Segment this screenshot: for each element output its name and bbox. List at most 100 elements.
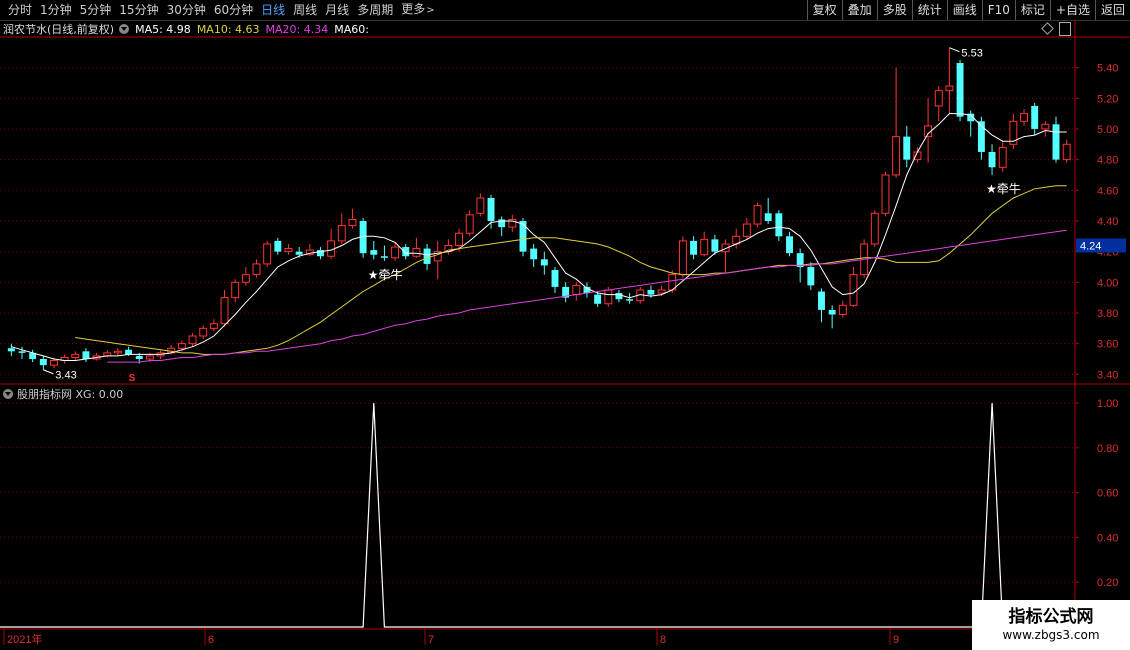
- candle-body: [402, 247, 410, 257]
- candle-body: [423, 248, 431, 264]
- candle-body: [764, 213, 772, 221]
- candle-body: [519, 220, 527, 252]
- candle-body: [998, 146, 1007, 168]
- price-tick-label: 4.40: [1097, 216, 1118, 228]
- candle-body: [220, 297, 229, 325]
- signal-label: ★牵牛: [986, 181, 1021, 196]
- axis-labels: 5.405.205.004.804.604.404.204.003.803.60…: [7, 47, 1126, 646]
- candle-body: [145, 355, 154, 360]
- watermark-url: www.zbgs3.com: [1002, 628, 1100, 642]
- candle-body: [807, 266, 815, 286]
- ma-line-ma10: [75, 185, 1067, 355]
- candle-body: [209, 323, 218, 329]
- candle-body: [1052, 124, 1060, 160]
- candle-body: [657, 289, 666, 294]
- candle-body: [177, 343, 186, 349]
- candle-body: [18, 351, 26, 353]
- price-tick-label: 4.80: [1097, 155, 1118, 167]
- price-tick-label: 5.20: [1097, 93, 1118, 105]
- candle-body: [881, 174, 890, 214]
- candle-body: [700, 238, 709, 256]
- candle-body: [231, 281, 240, 299]
- candle-body: [71, 353, 80, 358]
- current-price-label: 4.24: [1080, 241, 1101, 253]
- price-tick-label: 5.40: [1097, 63, 1118, 75]
- watermark: 指标公式网 www.zbgs3.com: [972, 600, 1130, 650]
- candle-body: [1062, 143, 1071, 161]
- time-axis-label: 8: [660, 634, 666, 646]
- sell-marker: S: [129, 373, 136, 384]
- candle-body: [892, 136, 901, 176]
- candlesticks: [7, 47, 1071, 370]
- candle-body: [380, 256, 388, 258]
- candle-body: [647, 289, 655, 295]
- candle-body: [263, 243, 272, 265]
- candle-body: [1031, 105, 1039, 129]
- candle-body: [870, 212, 879, 245]
- candle-body: [615, 293, 623, 300]
- candle-body: [690, 240, 698, 255]
- kline-chart[interactable]: 5.405.205.004.804.604.404.204.003.803.60…: [0, 0, 1130, 650]
- candle-body: [1041, 123, 1050, 130]
- time-axis-label: 6: [208, 634, 214, 646]
- candle-body: [188, 335, 197, 345]
- candle-body: [252, 263, 261, 276]
- price-tick-label: 4.00: [1097, 277, 1118, 289]
- sub-tick-label: 0.20: [1097, 577, 1118, 589]
- candle-body: [988, 151, 996, 168]
- candle-body: [125, 349, 133, 355]
- candle-body: [348, 218, 357, 227]
- price-tick-label: 3.40: [1097, 369, 1118, 381]
- candle-body: [828, 309, 836, 315]
- candle-body: [412, 248, 421, 257]
- candle-body: [572, 284, 581, 296]
- candle-body: [775, 213, 783, 237]
- candle-body: [1020, 113, 1028, 122]
- low-price-label: 3.43: [55, 370, 76, 382]
- candle-body: [487, 197, 495, 221]
- candle-body: [465, 214, 474, 234]
- candle-body: [391, 246, 400, 259]
- candle-body: [903, 136, 911, 160]
- candle-body: [540, 259, 548, 266]
- candle-body: [82, 351, 90, 359]
- candle-body: [476, 197, 485, 214]
- sub-tick-label: 0.40: [1097, 532, 1118, 544]
- price-tick-label: 3.80: [1097, 308, 1118, 320]
- time-axis-label: 9: [893, 634, 899, 646]
- candle-body: [956, 63, 964, 117]
- watermark-title: 指标公式网: [1008, 607, 1094, 627]
- candle-body: [39, 358, 47, 366]
- candle-body: [295, 251, 303, 255]
- time-axis-label: 7: [428, 634, 434, 646]
- signal-label: ★牵牛: [368, 267, 403, 282]
- candle-body: [455, 232, 464, 247]
- candle-body: [945, 85, 954, 92]
- candle-body: [786, 236, 793, 254]
- high-pointer: [949, 47, 960, 53]
- candle-body: [274, 240, 282, 252]
- candle-body: [241, 274, 250, 283]
- candle-body: [753, 205, 762, 225]
- sub-tick-label: 0.60: [1097, 488, 1118, 500]
- candle-body: [711, 239, 719, 252]
- candle-body: [849, 274, 858, 306]
- candle-body: [838, 304, 847, 316]
- candle-body: [678, 240, 687, 276]
- sub-tick-label: 0.80: [1097, 443, 1118, 455]
- candle-body: [604, 289, 613, 305]
- candle-body: [337, 225, 346, 242]
- high-price-label: 5.53: [961, 48, 982, 60]
- candle-body: [626, 299, 634, 301]
- time-axis-label: 2021年: [7, 632, 42, 646]
- low-pointer: [43, 369, 54, 375]
- candle-body: [7, 348, 15, 352]
- candle-body: [934, 90, 943, 107]
- price-tick-label: 5.00: [1097, 124, 1118, 136]
- price-tick-label: 3.60: [1097, 339, 1118, 351]
- candle-body: [594, 294, 602, 304]
- candle-body: [50, 360, 58, 366]
- xg-line: [0, 402, 1075, 628]
- xg-indicator-line: [0, 402, 1075, 628]
- candle-body: [530, 248, 538, 260]
